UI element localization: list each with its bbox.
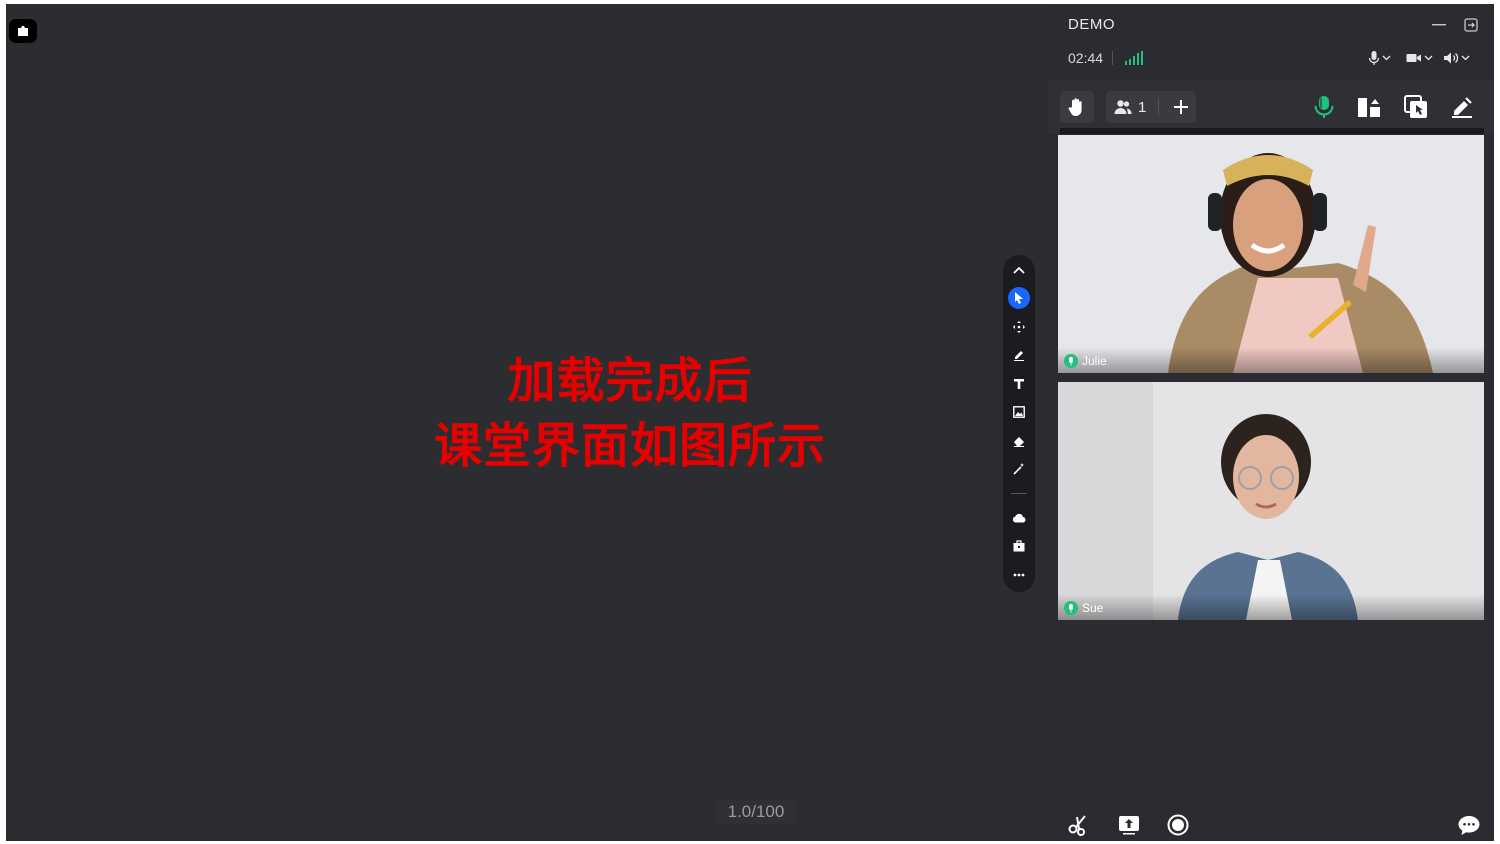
scissors-button[interactable] — [1066, 812, 1092, 838]
chevron-down-icon — [1424, 55, 1433, 61]
eraser-icon — [1014, 437, 1024, 447]
participant-video-julie — [1058, 135, 1484, 373]
record-icon — [1167, 814, 1189, 836]
chat-button[interactable] — [1456, 812, 1482, 838]
participant-video-sue — [1058, 382, 1484, 620]
collapse-rail-button[interactable] — [1008, 259, 1030, 281]
video-overlay — [1058, 594, 1484, 620]
cloud-icon — [1012, 513, 1026, 523]
pointer-icon — [1015, 292, 1023, 304]
toolbox-icon — [1013, 540, 1025, 552]
microphone-icon — [1314, 96, 1334, 118]
minimize-icon — [1432, 24, 1446, 26]
pen-tool[interactable] — [1008, 344, 1030, 366]
users-icon — [1114, 100, 1132, 114]
exit-button[interactable] — [1462, 16, 1480, 34]
participant-name: Julie — [1082, 354, 1107, 368]
room-title: DEMO — [1068, 16, 1115, 33]
image-icon — [1013, 406, 1025, 418]
class-timer: 02:44 — [1068, 50, 1104, 66]
cloud-tool[interactable] — [1008, 507, 1030, 529]
more-tools-button[interactable] — [1008, 564, 1030, 586]
more-icon — [1013, 573, 1025, 577]
scissors-icon — [1068, 815, 1086, 836]
video-tile-sue[interactable]: Sue — [1058, 382, 1484, 620]
class-toolbar: 1 — [1048, 80, 1494, 134]
video-tile-julie[interactable]: Julie — [1058, 135, 1484, 373]
microphone-icon — [1368, 51, 1380, 65]
chevron-down-icon — [1461, 55, 1470, 61]
image-tool[interactable] — [1008, 401, 1030, 423]
video-strip-bar — [1060, 128, 1484, 134]
participant-tag: Sue — [1064, 601, 1103, 615]
upload-icon — [1119, 816, 1139, 835]
move-icon — [1013, 321, 1025, 333]
hand-icon — [1068, 98, 1082, 117]
magic-wand-tool[interactable] — [1008, 458, 1030, 480]
pointer-tool[interactable] — [1008, 287, 1030, 309]
whiteboard-tool-rail — [1003, 255, 1035, 592]
pen-icon — [1014, 351, 1024, 361]
mute-all-button[interactable] — [1310, 93, 1338, 121]
speaker-icon — [1444, 52, 1459, 64]
speaker-device-select[interactable] — [1443, 48, 1470, 68]
text-tool[interactable] — [1008, 373, 1030, 395]
participant-name: Sue — [1082, 601, 1104, 615]
whiteboard[interactable]: 加载完成后 课堂界面如图所示 1.0/100 — [6, 4, 1048, 841]
move-tool[interactable] — [1008, 316, 1030, 338]
screen-share-button[interactable] — [1402, 93, 1430, 121]
eraser-tool[interactable] — [1008, 430, 1030, 452]
members-button[interactable]: 1 — [1106, 91, 1196, 123]
folder-button[interactable] — [9, 19, 37, 43]
layout-icon — [1358, 98, 1380, 117]
upload-button[interactable] — [1116, 812, 1142, 838]
member-count: 1 — [1138, 98, 1147, 116]
mic-on-icon — [1064, 601, 1078, 615]
eraser-pen-icon — [1452, 97, 1472, 118]
raise-hand-button[interactable] — [1060, 91, 1094, 123]
side-panel: DEMO 02:44 1 Julie Sue — [1048, 4, 1494, 841]
record-button[interactable] — [1165, 812, 1191, 838]
chevron-up-icon — [1013, 266, 1025, 274]
exit-icon — [1464, 18, 1478, 32]
timer-divider — [1112, 51, 1113, 65]
microphone-device-select[interactable] — [1368, 48, 1391, 68]
chat-icon — [1458, 816, 1480, 835]
video-overlay — [1058, 347, 1484, 373]
text-icon — [1014, 379, 1024, 389]
network-signal-icon — [1124, 50, 1144, 66]
add-icon — [1174, 100, 1189, 114]
minimize-button[interactable] — [1430, 16, 1448, 34]
page-counter: 1.0/100 — [716, 800, 796, 824]
folder-icon — [18, 26, 28, 36]
magic-wand-icon — [1013, 463, 1024, 475]
mic-on-icon — [1064, 354, 1078, 368]
toolbox-tool[interactable] — [1008, 535, 1030, 557]
clear-board-button[interactable] — [1448, 93, 1476, 121]
camera-device-select[interactable] — [1406, 48, 1433, 68]
screen-share-icon — [1404, 95, 1427, 118]
layout-button[interactable] — [1355, 93, 1383, 121]
participant-tag: Julie — [1064, 354, 1107, 368]
chevron-down-icon — [1382, 55, 1391, 61]
rail-divider — [1011, 493, 1027, 494]
camera-icon — [1406, 54, 1421, 62]
